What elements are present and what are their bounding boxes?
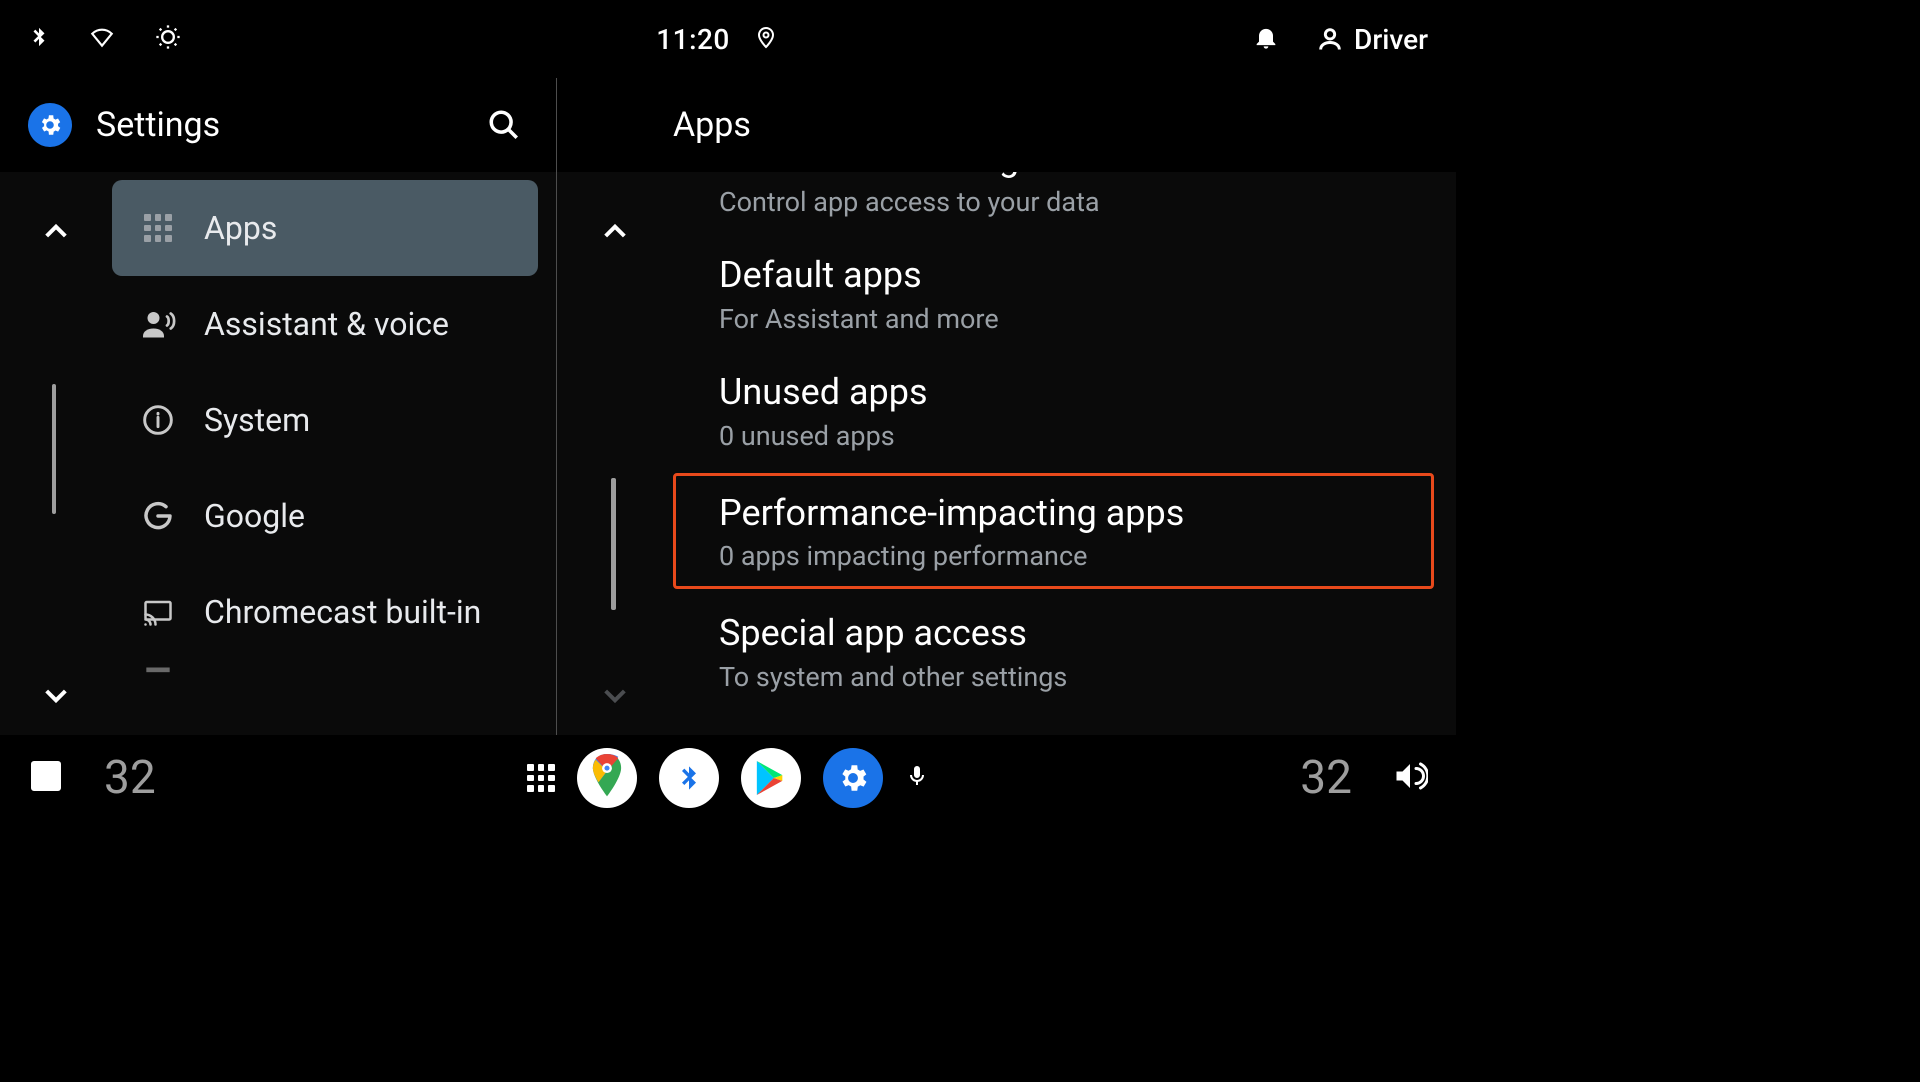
detail-item-subtitle: To system and other settings [719, 661, 1410, 693]
detail-item-title: Special app access [719, 610, 1410, 657]
sidebar-title: Settings [96, 105, 456, 145]
sidebar-item-label: Google [204, 497, 305, 535]
clock: 11:20 [656, 23, 730, 56]
detail-scroll-up-button[interactable] [593, 210, 637, 254]
detail-header: Apps [557, 78, 1456, 172]
cast-icon [136, 597, 180, 627]
apps-grid-icon [136, 214, 180, 242]
search-button[interactable] [480, 101, 528, 149]
detail-item-unused-apps[interactable]: Unused apps 0 unused apps [673, 352, 1434, 469]
info-icon [136, 404, 180, 436]
detail-scroll-down-button[interactable] [593, 673, 637, 717]
sidebar-scroll-down-button[interactable] [34, 673, 78, 717]
detail-item-subtitle: For Assistant and more [719, 303, 1410, 335]
notifications-icon[interactable] [1252, 22, 1280, 56]
status-left-icons [28, 22, 182, 56]
dock-maps-app[interactable] [577, 748, 637, 808]
sidebar-item-label: Chromecast built-in [204, 593, 481, 631]
sidebar-item-label: Apps [204, 209, 277, 247]
voice-assistant-button[interactable] [905, 759, 929, 797]
sidebar-item-chromecast[interactable]: Chromecast built-in [112, 564, 538, 660]
detail-item-performance-impacting-apps[interactable]: Performance-impacting apps 0 apps impact… [673, 473, 1434, 590]
nav-left: 32 [28, 751, 507, 805]
detail-arrow-column [557, 172, 673, 735]
temp-right-label[interactable]: 32 [1300, 751, 1352, 805]
settings-sidebar: Settings Apps [0, 78, 556, 735]
assistant-voice-icon [136, 306, 180, 342]
dock-bluetooth-app[interactable] [659, 748, 719, 808]
wifi-icon [86, 24, 118, 54]
user-profile-button[interactable]: Driver [1316, 23, 1428, 56]
sidebar-item-google[interactable]: Google [112, 468, 538, 564]
sidebar-scroll-indicator [52, 384, 56, 514]
dock-settings-app[interactable] [823, 748, 883, 808]
status-center: 11:20 [656, 22, 778, 56]
detail-item-default-apps[interactable]: Default apps For Assistant and more [673, 235, 1434, 352]
peek-icon [136, 666, 180, 676]
sidebar-item-label: Assistant & voice [204, 305, 449, 343]
nav-right: 32 [949, 751, 1428, 805]
split-screen-icon[interactable] [28, 758, 64, 798]
sidebar-item-label: System [204, 401, 310, 439]
sidebar-item-assistant-voice[interactable]: Assistant & voice [112, 276, 538, 372]
navigation-bar: 32 32 [0, 735, 1456, 821]
detail-panel: Apps Permission manager Control app acce… [557, 78, 1456, 735]
temp-left-label[interactable]: 32 [104, 751, 156, 805]
volume-icon[interactable] [1392, 758, 1428, 798]
detail-item-title: Unused apps [719, 369, 1410, 416]
bluetooth-icon [28, 22, 50, 56]
detail-item-special-app-access[interactable]: Special app access To system and other s… [673, 593, 1434, 710]
sidebar-scroll-up-button[interactable] [34, 210, 78, 254]
status-bar: 11:20 Driver [0, 0, 1456, 78]
user-name-label: Driver [1354, 23, 1428, 56]
nav-center-dock [527, 748, 929, 808]
detail-item-subtitle: 0 apps impacting performance [719, 540, 1410, 572]
main-content: Settings Apps [0, 78, 1456, 735]
detail-item-subtitle: Control app access to your data [719, 186, 1410, 218]
detail-list: Permission manager Control app access to… [557, 172, 1456, 735]
sidebar-item-peek[interactable] [112, 660, 538, 682]
sidebar-item-apps[interactable]: Apps [112, 180, 538, 276]
status-right: Driver [1252, 22, 1428, 56]
sidebar-item-system[interactable]: System [112, 372, 538, 468]
sidebar-arrow-column [0, 172, 112, 735]
sidebar-list: Apps Assistant & voice System [0, 172, 556, 735]
detail-item-permission-manager[interactable]: Permission manager Control app access to… [673, 172, 1434, 235]
detail-item-subtitle: 0 unused apps [719, 420, 1410, 452]
detail-item-title: Permission manager [719, 172, 1050, 182]
detail-scroll-indicator [611, 478, 616, 610]
location-icon [754, 22, 778, 56]
sidebar-header: Settings [0, 78, 556, 172]
app-launcher-button[interactable] [527, 764, 555, 792]
detail-item-title: Default apps [719, 252, 1410, 299]
settings-app-icon [28, 103, 72, 147]
dock-play-store-app[interactable] [741, 748, 801, 808]
detail-item-title: Performance-impacting apps [719, 490, 1410, 537]
brightness-icon [154, 23, 182, 55]
google-g-icon [136, 500, 180, 532]
detail-title: Apps [673, 105, 1428, 145]
